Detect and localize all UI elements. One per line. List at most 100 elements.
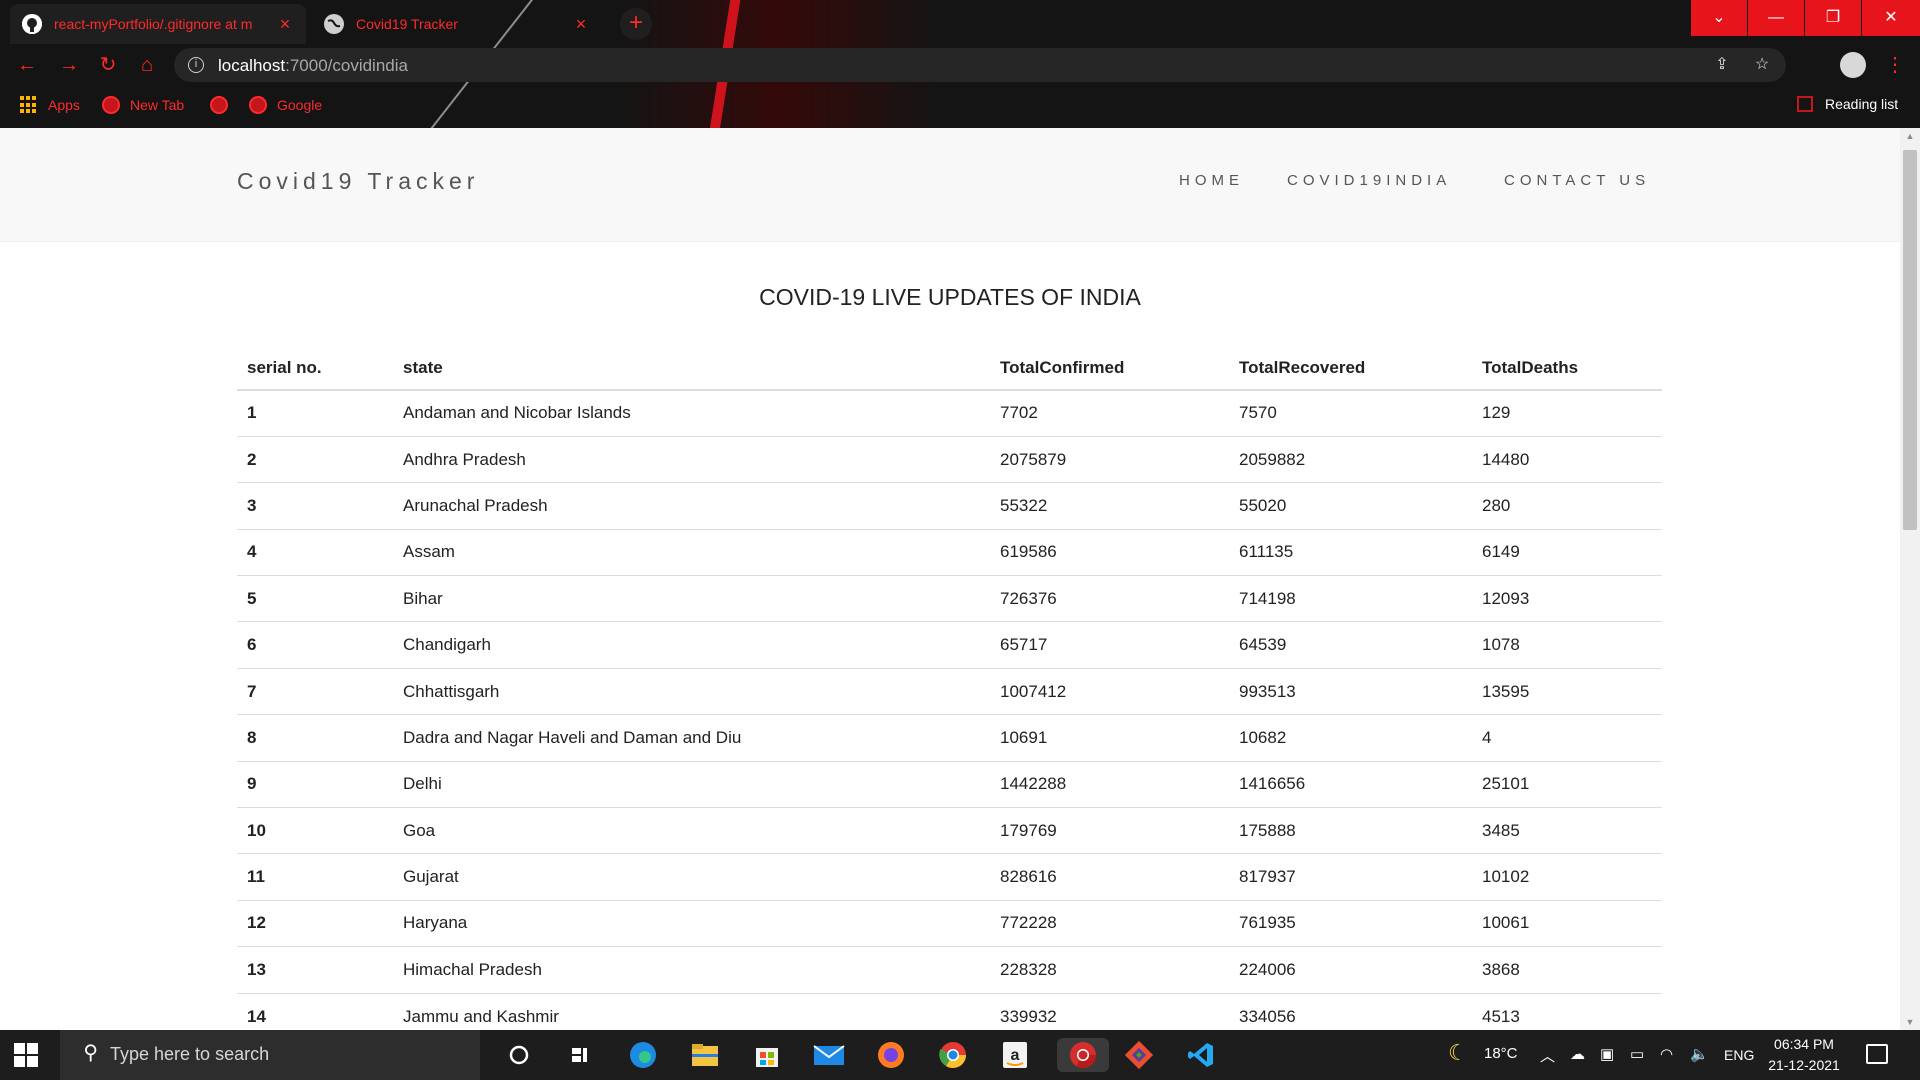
cell-recovered: 817937 xyxy=(1229,853,1472,901)
cell-serial: 11 xyxy=(237,853,393,901)
column-header-deaths: TotalDeaths xyxy=(1472,346,1662,391)
wifi-icon[interactable]: ◠ xyxy=(1660,1045,1673,1063)
bookmark-star-icon[interactable]: ☆ xyxy=(1752,55,1772,75)
cell-serial: 6 xyxy=(237,621,393,669)
taskbar-clock[interactable]: 06:34 PM 21-12-2021 xyxy=(1762,1034,1846,1076)
file-explorer-icon[interactable] xyxy=(688,1038,722,1072)
cell-recovered: 714198 xyxy=(1229,575,1472,622)
tab-search-button[interactable]: ⌄ xyxy=(1691,0,1747,36)
site-info-icon[interactable]: i xyxy=(188,57,204,73)
cell-recovered: 10682 xyxy=(1229,714,1472,762)
new-tab-button[interactable]: + xyxy=(620,8,652,40)
cell-deaths: 1078 xyxy=(1472,621,1662,669)
cortana-icon[interactable] xyxy=(502,1038,536,1072)
task-view-icon[interactable] xyxy=(563,1038,597,1072)
bookmark-apps[interactable]: Apps xyxy=(20,96,80,114)
scrollbar-thumb[interactable] xyxy=(1903,150,1917,530)
mail-icon[interactable] xyxy=(812,1038,846,1072)
cell-recovered: 7570 xyxy=(1229,389,1472,437)
page-viewport: Covid19 Tracker HOME COVID19INDIA CONTAC… xyxy=(0,128,1900,1030)
bookmark-new-tab[interactable]: New Tab xyxy=(102,96,184,114)
weather-temperature[interactable]: 18°C xyxy=(1484,1045,1518,1062)
browser-menu-icon[interactable]: ⋮ xyxy=(1885,52,1905,78)
table-row: 7 Chhattisgarh 1007412 993513 13595 xyxy=(237,667,1662,715)
cell-serial: 3 xyxy=(237,482,393,530)
cell-deaths: 25101 xyxy=(1472,760,1662,808)
column-header-confirmed: TotalConfirmed xyxy=(990,346,1229,391)
back-arrow-icon[interactable]: ← xyxy=(14,52,40,78)
chrome-icon xyxy=(210,96,228,114)
home-icon[interactable]: ⌂ xyxy=(134,52,160,78)
language-indicator[interactable]: ENG xyxy=(1724,1047,1754,1063)
nav-contact-us[interactable]: CONTACT US xyxy=(1504,172,1650,189)
nav-covid19india[interactable]: COVID19INDIA xyxy=(1287,172,1451,189)
minimize-button[interactable]: — xyxy=(1748,0,1804,36)
cell-state: Chandigarh xyxy=(393,621,990,669)
volume-icon[interactable]: 🔈 xyxy=(1690,1045,1709,1063)
table-row: 4 Assam 619586 611135 6149 xyxy=(237,528,1662,576)
forward-arrow-icon[interactable]: → xyxy=(56,52,82,78)
cell-deaths: 4 xyxy=(1472,714,1662,762)
column-header-recovered: TotalRecovered xyxy=(1229,346,1472,391)
address-bar[interactable]: i localhost:7000/covidindia ☆ ⇪ xyxy=(174,48,1786,82)
cell-serial: 5 xyxy=(237,575,393,622)
search-icon: ⚲ xyxy=(83,1042,98,1064)
cell-state: Gujarat xyxy=(393,853,990,901)
notification-icon[interactable] xyxy=(1866,1044,1888,1064)
tab-covid19-tracker[interactable]: Covid19 Tracker × xyxy=(312,4,602,44)
browser-toolbar: ← → ↻ ⌂ i localhost:7000/covidindia ☆ ⇪ … xyxy=(0,44,1920,86)
chevron-up-icon[interactable]: ︿ xyxy=(1540,1045,1555,1066)
cell-serial: 12 xyxy=(237,899,393,947)
maximize-button[interactable]: ❐ xyxy=(1805,0,1861,36)
taskbar-search[interactable]: ⚲ Type here to search xyxy=(60,1030,480,1080)
reading-list-label: Reading list xyxy=(1825,96,1899,112)
cell-state: Chhattisgarh xyxy=(393,667,990,715)
battery-icon[interactable]: ▭ xyxy=(1630,1045,1644,1063)
table-row: 11 Gujarat 828616 817937 10102 xyxy=(237,853,1662,901)
cell-serial: 13 xyxy=(237,946,393,994)
cell-state: Haryana xyxy=(393,899,990,947)
clock-time: 06:34 PM xyxy=(1774,1036,1834,1052)
scroll-up-icon[interactable]: ▲ xyxy=(1900,128,1920,144)
bookmark-google[interactable]: Google xyxy=(249,96,322,114)
chrome-icon[interactable] xyxy=(936,1038,970,1072)
share-icon[interactable]: ⇪ xyxy=(1712,55,1732,75)
cell-confirmed: 772228 xyxy=(990,899,1229,947)
cell-confirmed: 7702 xyxy=(990,389,1229,437)
clock-date: 21-12-2021 xyxy=(1768,1057,1840,1073)
page-title: COVID-19 LIVE UPDATES OF INDIA xyxy=(759,284,1141,310)
url-text: localhost:7000/covidindia xyxy=(218,56,408,75)
cell-serial: 9 xyxy=(237,760,393,808)
git-icon[interactable] xyxy=(1122,1038,1156,1072)
page-scrollbar[interactable]: ▲ ▼ xyxy=(1900,128,1920,1030)
close-tab-icon[interactable]: × xyxy=(276,15,294,33)
cell-serial: 14 xyxy=(237,992,393,1030)
store-icon[interactable] xyxy=(750,1038,784,1072)
svg-text:a: a xyxy=(1011,1047,1020,1064)
nav-home[interactable]: HOME xyxy=(1179,172,1244,189)
cloud-icon[interactable]: ☁ xyxy=(1570,1045,1585,1063)
edge-icon[interactable] xyxy=(626,1038,660,1072)
cell-confirmed: 339932 xyxy=(990,992,1229,1030)
cell-recovered: 334056 xyxy=(1229,992,1472,1030)
reading-list-icon xyxy=(1797,96,1813,112)
close-tab-icon[interactable]: × xyxy=(572,15,590,33)
chrome-active-icon[interactable] xyxy=(1057,1038,1109,1072)
table-row: 1 Andaman and Nicobar Islands 7702 7570 129 xyxy=(237,389,1662,437)
device-icon[interactable]: ▣ xyxy=(1600,1045,1614,1063)
close-window-button[interactable]: ✕ xyxy=(1862,0,1920,36)
vscode-icon[interactable] xyxy=(1184,1038,1218,1072)
cell-confirmed: 2075879 xyxy=(990,435,1229,483)
profile-avatar[interactable] xyxy=(1840,52,1866,78)
firefox-icon[interactable] xyxy=(874,1038,908,1072)
weather-moon-icon[interactable]: ☾ xyxy=(1448,1040,1468,1066)
amazon-icon[interactable]: a xyxy=(998,1038,1032,1072)
tab-github-gitignore[interactable]: react-myPortfolio/.gitignore at m × xyxy=(10,4,306,44)
bookmark-unnamed[interactable] xyxy=(210,96,238,114)
cell-deaths: 129 xyxy=(1472,389,1662,437)
site-brand[interactable]: Covid19 Tracker xyxy=(237,168,479,195)
reading-list-button[interactable]: Reading list xyxy=(1797,96,1898,112)
scroll-down-icon[interactable]: ▼ xyxy=(1900,1014,1920,1030)
reload-icon[interactable]: ↻ xyxy=(95,52,121,78)
windows-start-icon[interactable] xyxy=(14,1043,38,1067)
